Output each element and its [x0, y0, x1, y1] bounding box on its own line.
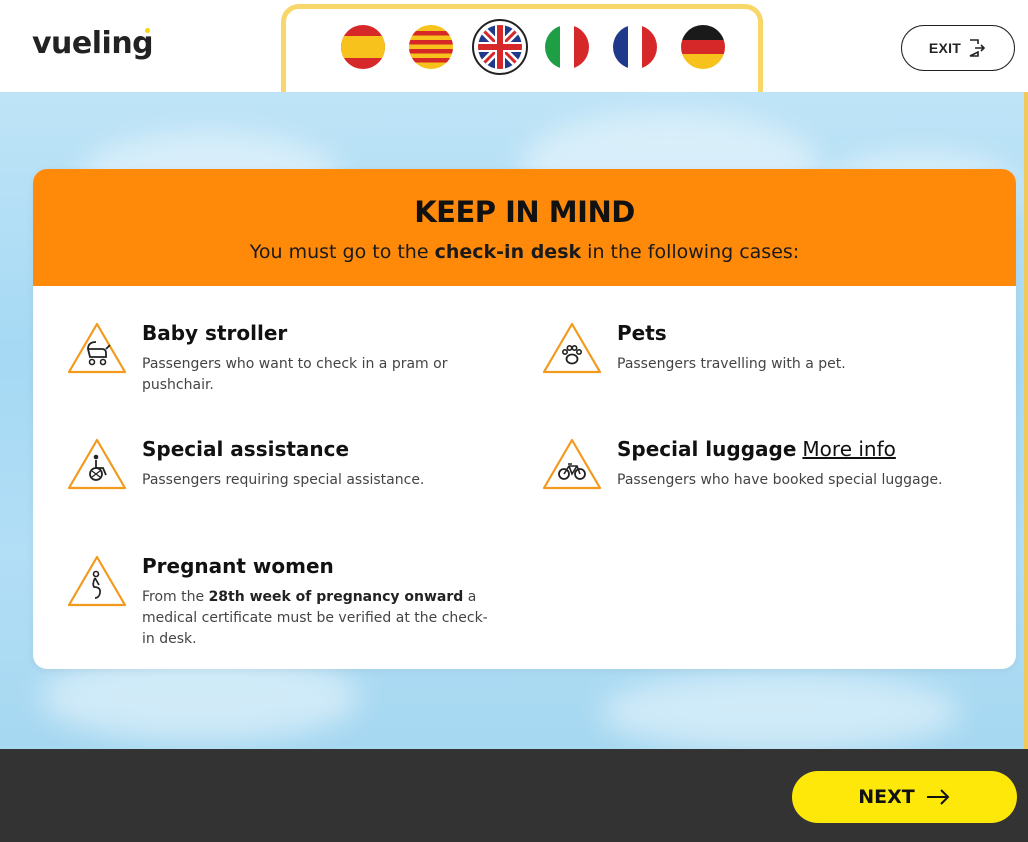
case-title: Baby stroller — [142, 321, 288, 345]
arrow-right-icon — [926, 789, 950, 805]
wheelchair-warning-icon — [66, 437, 128, 491]
case-desc: Passengers who have booked special lugga… — [617, 472, 943, 488]
paw-warning-icon — [541, 321, 603, 375]
spain-flag-icon[interactable] — [341, 25, 385, 69]
footer: NEXT — [0, 749, 1028, 842]
right-edge-accent — [1024, 92, 1028, 749]
case-title-text: Special luggage — [617, 437, 797, 461]
subtitle-suffix: in the following cases: — [581, 241, 800, 263]
germany-flag-icon[interactable] — [681, 25, 725, 69]
vueling-logo: vueling — [32, 26, 154, 61]
italy-flag-icon[interactable] — [545, 25, 589, 69]
exit-label: EXIT — [928, 40, 962, 56]
bicycle-warning-icon — [541, 437, 603, 491]
desc-prefix: From the — [142, 589, 209, 605]
header: vueling EXIT — [0, 0, 1028, 110]
keep-in-mind-card: KEEP IN MIND You must go to the check-in… — [33, 169, 1016, 669]
more-info-link[interactable]: More info — [802, 437, 895, 461]
subtitle-bold: check-in desk — [434, 241, 582, 263]
catalonia-flag-icon[interactable] — [409, 25, 453, 69]
case-desc: Passengers requiring special assistance. — [142, 472, 425, 488]
france-flag-icon[interactable] — [613, 25, 657, 69]
subtitle-prefix: You must go to the — [249, 241, 435, 263]
case-title: Special luggage More info — [617, 437, 896, 461]
case-title: Pets — [617, 321, 667, 345]
desc-bold: 28th week of pregnancy onward — [208, 589, 464, 605]
case-title: Special assistance — [142, 437, 350, 461]
card-header: KEEP IN MIND You must go to the check-in… — [33, 169, 1016, 286]
case-desc: From the 28th week of pregnancy onward a… — [142, 587, 492, 650]
card-subtitle: You must go to the check-in desk in the … — [33, 241, 1016, 263]
case-desc: Passengers who want to check in a pram o… — [142, 356, 448, 393]
card-title: KEEP IN MIND — [414, 195, 635, 229]
next-button[interactable]: NEXT — [792, 771, 1017, 823]
uk-flag-icon[interactable] — [472, 19, 528, 75]
exit-icon — [969, 39, 986, 57]
pregnant-warning-icon — [66, 554, 128, 608]
case-title: Pregnant women — [142, 554, 334, 578]
next-label: NEXT — [858, 786, 915, 808]
stroller-warning-icon — [66, 321, 128, 375]
logo-dot — [145, 28, 150, 33]
exit-button[interactable]: EXIT — [901, 25, 1015, 71]
case-desc: Passengers travelling with a pet. — [617, 356, 846, 372]
